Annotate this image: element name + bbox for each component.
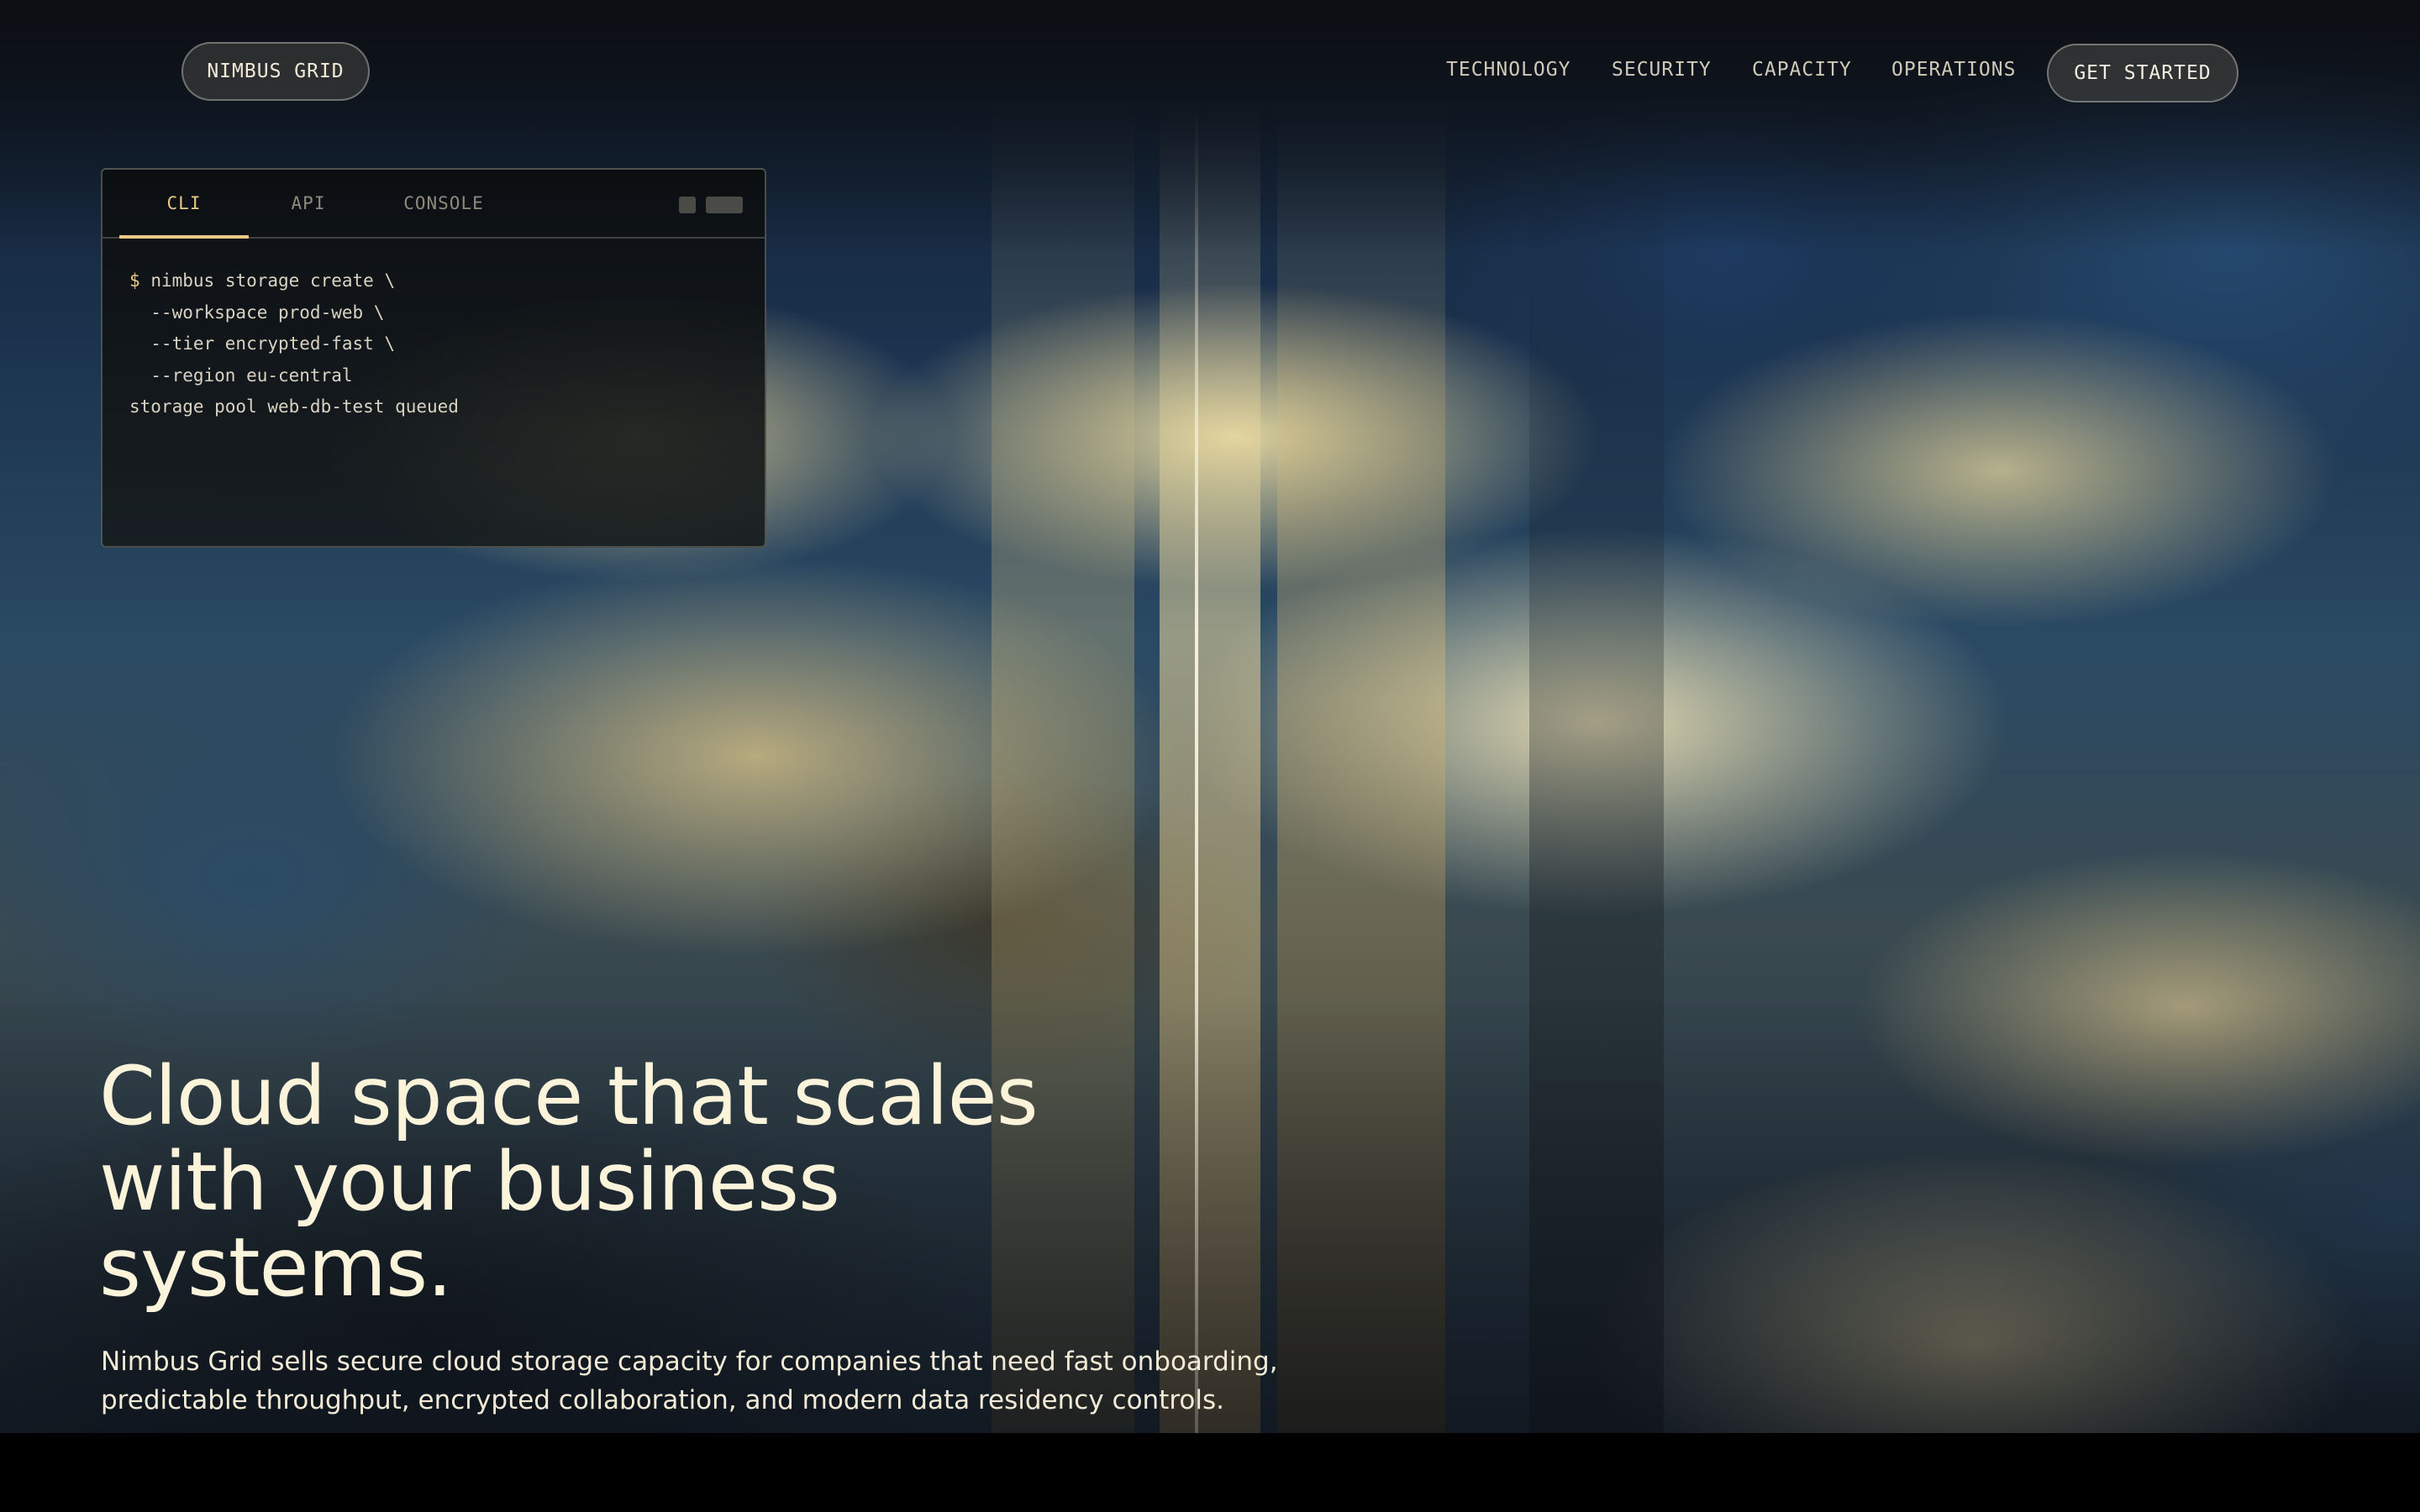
code-block: $ nimbus storage create \ --workspace pr… [129, 265, 748, 423]
window-dot-icon [679, 197, 696, 213]
tab-cli[interactable]: CLI [119, 170, 249, 239]
code-line: --tier encrypted-fast \ [129, 333, 396, 354]
headline-line: with your business [99, 1135, 840, 1229]
nav-link-security[interactable]: SECURITY [1612, 59, 1712, 81]
tab-console[interactable]: CONSOLE [368, 170, 519, 237]
subtitle-line: Nimbus Grid sells secure cloud storage c… [101, 1347, 1278, 1377]
headline-line: systems. [99, 1221, 453, 1315]
code-sample-panel: CLI API CONSOLE $ nimbus storage create … [101, 168, 766, 548]
code-output-line: storage pool web-db-test queued [129, 396, 459, 417]
window-pill-icon [706, 197, 743, 213]
hero-subtitle: Nimbus Grid sells secure cloud storage c… [101, 1342, 1311, 1420]
tab-api[interactable]: API [249, 170, 368, 237]
get-started-button[interactable]: GET STARTED [2047, 44, 2238, 102]
subtitle-line: predictable throughput, encrypted collab… [101, 1385, 1224, 1415]
nav-link-capacity[interactable]: CAPACITY [1752, 59, 1852, 81]
nav-link-operations[interactable]: OPERATIONS [1891, 59, 2016, 81]
prompt-symbol: $ [129, 270, 140, 291]
headline-line: Cloud space that scales [99, 1049, 1039, 1143]
code-line: nimbus storage create \ [150, 270, 396, 291]
brand-logo-button[interactable]: NIMBUS GRID [182, 42, 370, 101]
nav-link-technology[interactable]: TECHNOLOGY [1446, 59, 1570, 81]
code-line: --workspace prod-web \ [129, 302, 385, 323]
hero-headline: Cloud space that scales with your busines… [99, 1053, 1192, 1310]
code-line: --region eu-central [129, 365, 353, 386]
code-tabs: CLI API CONSOLE [103, 170, 765, 239]
